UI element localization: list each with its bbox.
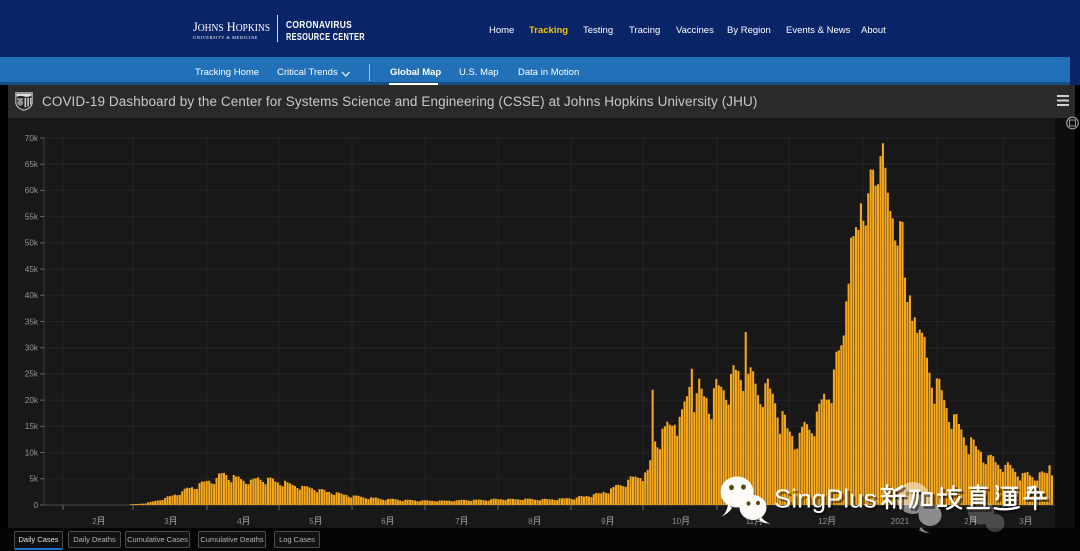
svg-text:SingPlus: SingPlus xyxy=(774,484,877,514)
